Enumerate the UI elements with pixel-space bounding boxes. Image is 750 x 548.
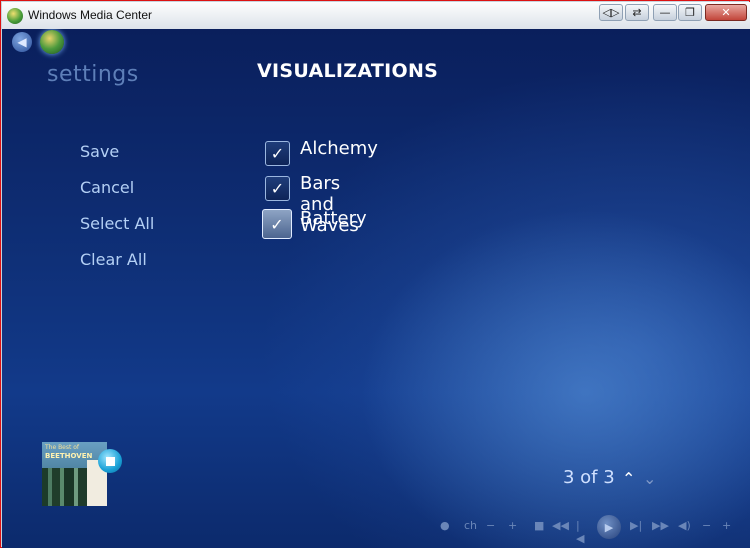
media-center-window: Windows Media Center ◁▷ ⇄ — ❐ ✕ ◀ settin… — [0, 0, 750, 548]
select-all-button[interactable]: Select All — [80, 213, 154, 249]
rewind-button[interactable]: ◀◀ — [552, 519, 569, 532]
close-button[interactable]: ✕ — [705, 4, 747, 21]
channel-label: ch — [464, 519, 478, 532]
next-button[interactable]: ▶| — [630, 519, 642, 532]
minimize-button[interactable]: — — [653, 4, 677, 21]
page-down-icon[interactable]: ⌄ — [643, 469, 656, 488]
channel-up-button[interactable]: + — [508, 519, 517, 532]
stop-icon — [105, 456, 115, 466]
window-title: Windows Media Center — [28, 8, 153, 22]
section-label: settings — [47, 62, 139, 87]
back-arrow-icon: ◀ — [17, 35, 27, 49]
switch-view-button[interactable]: ⇄ — [625, 4, 649, 21]
page-up-icon[interactable]: ⌃ — [622, 469, 635, 488]
action-menu: Save Cancel Select All Clear All — [80, 141, 154, 285]
record-button[interactable]: ● — [440, 519, 450, 532]
alchemy-checkbox[interactable]: ✓ — [265, 141, 290, 166]
media-center-logo-icon[interactable] — [40, 30, 64, 54]
channel-down-button[interactable]: − — [486, 519, 495, 532]
title-bar: Windows Media Center ◁▷ ⇄ — ❐ ✕ — [2, 2, 750, 29]
media-center-app-icon — [7, 8, 23, 24]
mute-button[interactable]: ◀) — [678, 519, 691, 532]
checkmark-icon: ✓ — [270, 214, 284, 234]
album-subtitle: The Best of — [45, 444, 80, 451]
save-button[interactable]: Save — [80, 141, 154, 177]
mini-mode-button[interactable]: ◁▷ — [599, 4, 623, 21]
album-title: BEETHOVEN — [45, 452, 93, 460]
previous-button[interactable]: |◀ — [576, 519, 584, 545]
maximize-button[interactable]: ❐ — [678, 4, 702, 21]
play-icon: ▶ — [604, 520, 614, 534]
page-indicator: 3 of 3 — [563, 467, 615, 488]
checkmark-icon: ✓ — [270, 179, 285, 198]
back-button[interactable]: ◀ — [12, 32, 32, 52]
now-playing-album-art[interactable]: The Best of BEETHOVEN — [42, 442, 107, 506]
volume-up-button[interactable]: + — [722, 519, 731, 532]
bars-and-waves-checkbox[interactable]: ✓ — [265, 176, 290, 201]
cancel-button[interactable]: Cancel — [80, 177, 154, 213]
checkbox-label: Battery — [300, 208, 367, 229]
volume-down-button[interactable]: − — [702, 519, 711, 532]
fast-forward-button[interactable]: ▶▶ — [652, 519, 669, 532]
stop-transport-button[interactable]: ■ — [534, 519, 544, 532]
album-forest-image — [42, 468, 87, 506]
page-title: VISUALIZATIONS — [257, 60, 439, 82]
checkbox-label: Alchemy — [300, 138, 378, 159]
play-button[interactable]: ▶ — [597, 515, 621, 539]
clear-all-button[interactable]: Clear All — [80, 249, 154, 285]
stop-button[interactable] — [98, 449, 122, 473]
media-center-content: ◀ settings VISUALIZATIONS Save Cancel Se… — [2, 29, 750, 548]
battery-checkbox[interactable]: ✓ — [262, 209, 292, 239]
checkmark-icon: ✓ — [270, 144, 285, 163]
